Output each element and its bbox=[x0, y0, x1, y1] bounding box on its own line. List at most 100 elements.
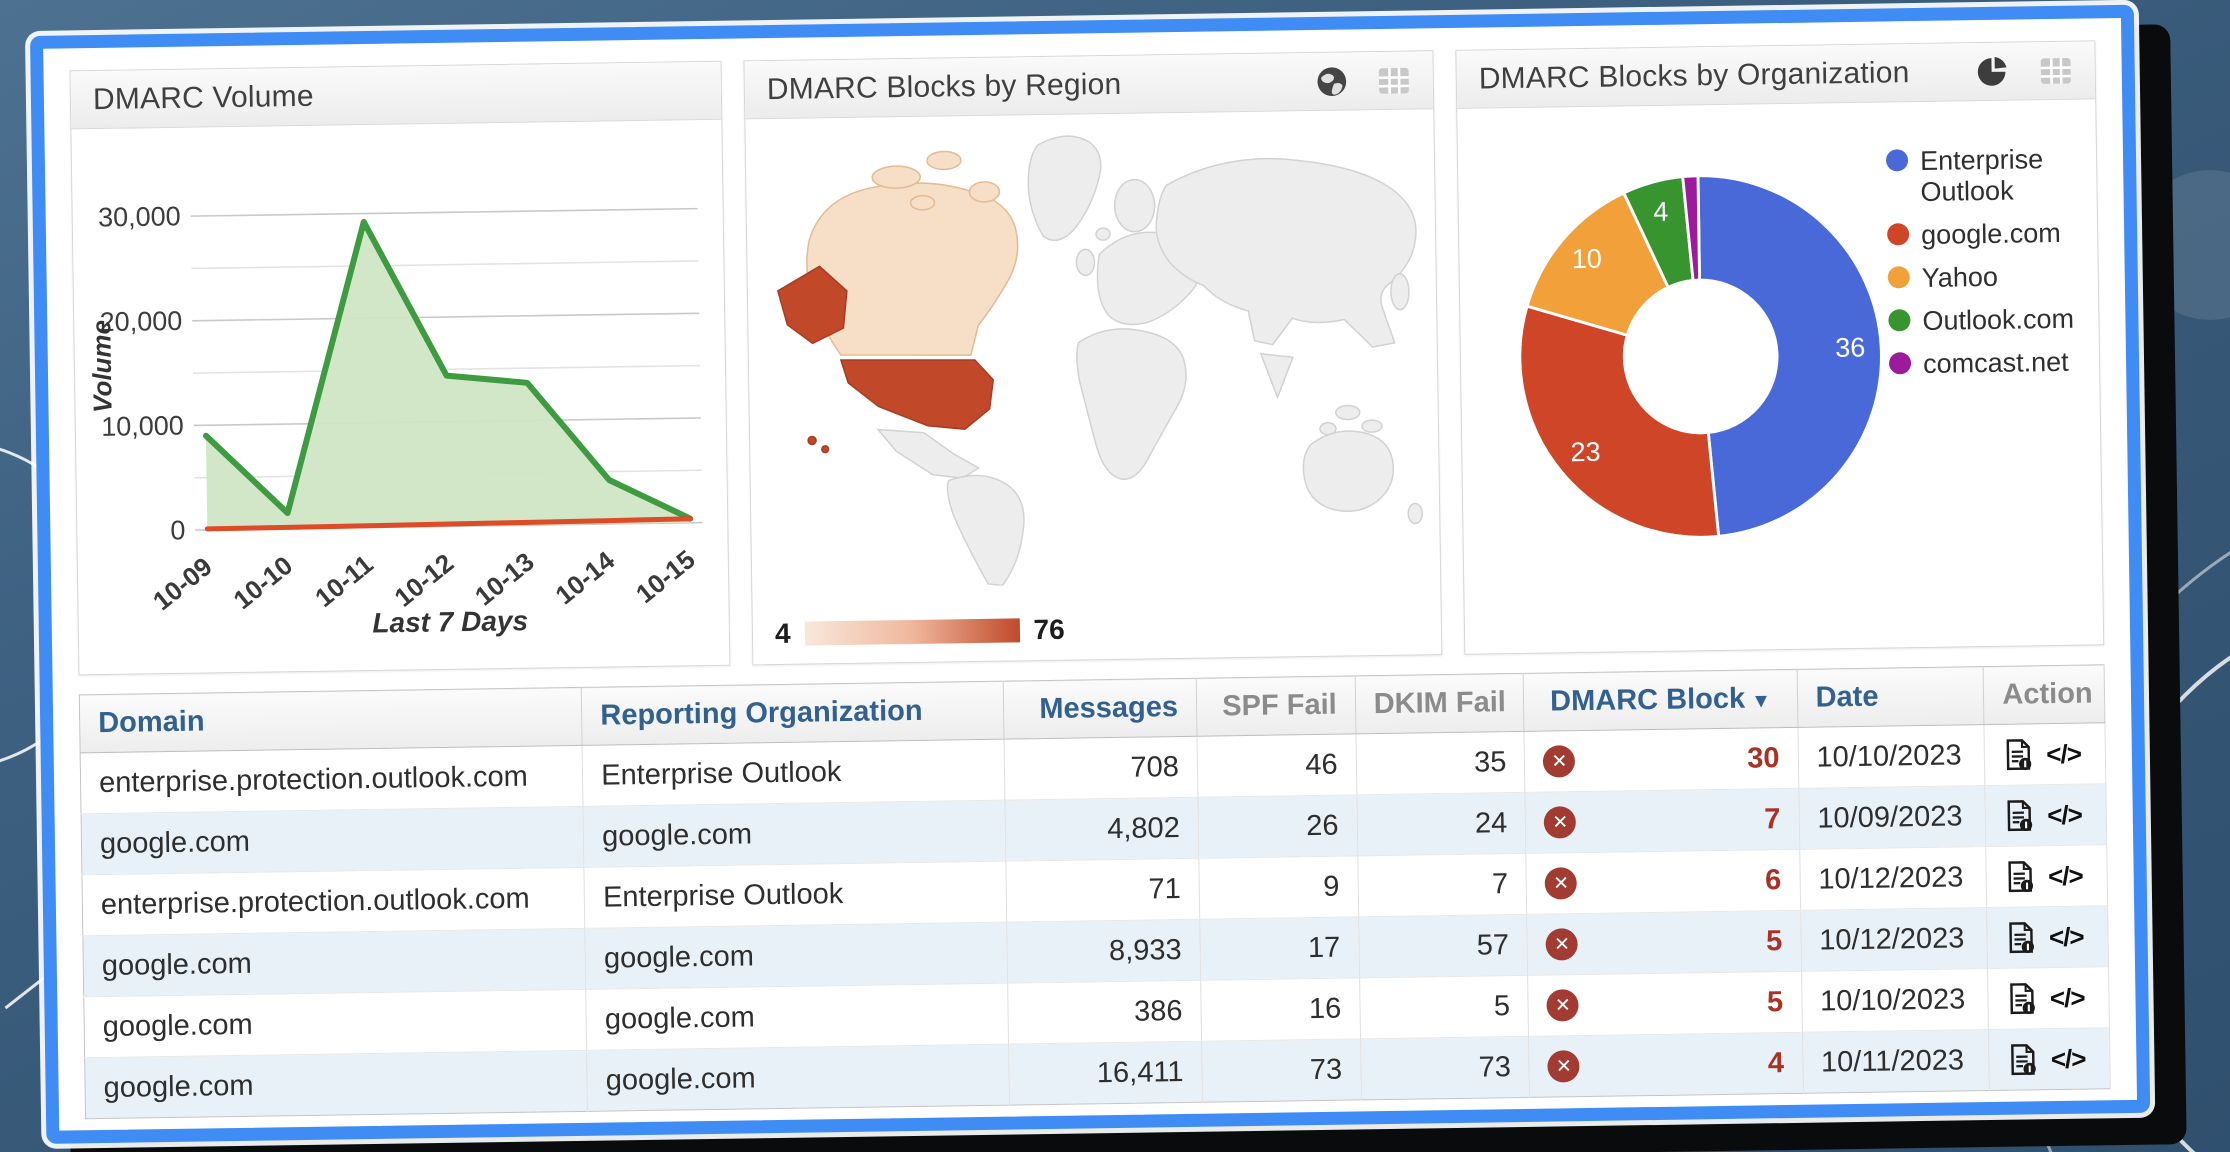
card-title: DMARC Blocks by Region bbox=[767, 67, 1122, 106]
cell-reporting-organization: Enterprise Outlook bbox=[582, 739, 1005, 806]
cell-dkim-fail: 5 bbox=[1359, 975, 1529, 1038]
globe-icon[interactable] bbox=[1315, 64, 1350, 99]
dmarc-block-count: 5 bbox=[1766, 925, 1783, 958]
report-info-icon[interactable] bbox=[2005, 859, 2037, 893]
cell-messages: 386 bbox=[1008, 980, 1202, 1044]
legend-item[interactable]: Outlook.com bbox=[1888, 304, 2084, 338]
map-legend-max: 76 bbox=[1033, 614, 1065, 646]
cell-reporting-organization: Enterprise Outlook bbox=[584, 861, 1007, 928]
cell-action: </> bbox=[1988, 967, 2109, 1030]
card-title: DMARC Blocks by Organization bbox=[1479, 56, 1910, 96]
svg-text:Volume: Volume bbox=[86, 320, 117, 413]
column-header-messages[interactable]: Messages bbox=[1003, 678, 1197, 739]
dmarc-block-count: 6 bbox=[1765, 864, 1782, 897]
legend-item[interactable]: google.com bbox=[1887, 218, 2083, 252]
column-header-date[interactable]: Date bbox=[1797, 667, 1985, 728]
svg-text:0: 0 bbox=[170, 515, 185, 545]
legend-item[interactable]: comcast.net bbox=[1889, 347, 2085, 381]
report-info-icon[interactable] bbox=[2007, 981, 2039, 1015]
column-header-reporting-organization[interactable]: Reporting Organization bbox=[581, 681, 1004, 745]
svg-text:10,000: 10,000 bbox=[101, 411, 184, 442]
volume-chart-body: 010,00020,00030,00010-0910-1010-1110-121… bbox=[71, 120, 729, 675]
dmarc-block-count: 5 bbox=[1767, 986, 1784, 1019]
donut-chart-body: 3623104 Enterprise Outlookgoogle.comYaho… bbox=[1457, 99, 2103, 653]
column-header-spf-fail: SPF Fail bbox=[1196, 676, 1356, 736]
card-title: DMARC Volume bbox=[93, 79, 314, 116]
legend-color-dot bbox=[1888, 309, 1910, 331]
pie-icon[interactable] bbox=[1976, 54, 2011, 89]
cell-action: </> bbox=[1984, 723, 2105, 786]
donut-slice-value: 36 bbox=[1835, 332, 1866, 362]
cell-domain: google.com bbox=[85, 1050, 588, 1118]
cell-reporting-organization: google.com bbox=[583, 800, 1006, 867]
cell-dmarc-block: ✕6 bbox=[1526, 849, 1800, 914]
cell-date: 10/11/2023 bbox=[1802, 1030, 1990, 1094]
sort-desc-icon: ▼ bbox=[1751, 690, 1771, 712]
donut-slice-value: 23 bbox=[1570, 437, 1601, 467]
legend-label: google.com bbox=[1921, 218, 2061, 251]
cell-messages: 4,802 bbox=[1005, 797, 1199, 861]
code-icon[interactable]: </> bbox=[2050, 982, 2085, 1014]
cell-action: </> bbox=[1985, 784, 2106, 847]
svg-text:10-12: 10-12 bbox=[389, 548, 460, 613]
cell-reporting-organization: google.com bbox=[585, 922, 1008, 989]
legend-color-dot bbox=[1888, 266, 1910, 288]
cell-spf-fail: 73 bbox=[1201, 1039, 1361, 1102]
cell-domain: enterprise.protection.outlook.com bbox=[80, 745, 583, 813]
code-icon[interactable]: </> bbox=[2047, 799, 2082, 831]
cell-action: </> bbox=[1989, 1028, 2110, 1091]
cell-reporting-organization: google.com bbox=[587, 1044, 1010, 1111]
map-legend-min: 4 bbox=[775, 618, 791, 650]
cell-date: 10/12/2023 bbox=[1799, 847, 1987, 911]
cell-dkim-fail: 7 bbox=[1357, 853, 1527, 916]
cell-date: 10/10/2023 bbox=[1798, 725, 1986, 789]
map-legend-gradient bbox=[804, 618, 1019, 645]
dmarc-report-table: DomainReporting OrganizationMessagesSPF … bbox=[79, 664, 2111, 1119]
report-info-icon[interactable] bbox=[2006, 920, 2038, 954]
legend-item[interactable]: Yahoo bbox=[1888, 261, 2084, 295]
dmarc-block-count: 4 bbox=[1768, 1047, 1785, 1080]
cell-dkim-fail: 24 bbox=[1357, 792, 1527, 855]
code-icon[interactable]: </> bbox=[2051, 1043, 2086, 1075]
report-info-icon[interactable] bbox=[2004, 798, 2036, 832]
card-dmarc-blocks-by-region: DMARC Blocks by Region bbox=[743, 50, 1442, 665]
cell-dkim-fail: 35 bbox=[1356, 731, 1526, 794]
cell-dmarc-block: ✕30 bbox=[1524, 727, 1798, 792]
donut-slice-google-com[interactable] bbox=[1519, 303, 1719, 540]
column-header-action: Action bbox=[1983, 665, 2104, 725]
donut-legend: Enterprise Outlook google.com Yahoo Outlook… bbox=[1886, 144, 2085, 381]
card-view-toggles bbox=[1315, 63, 1411, 98]
cell-spf-fail: 46 bbox=[1197, 734, 1357, 797]
cell-domain: google.com bbox=[83, 928, 586, 996]
map-legend: 4 76 bbox=[775, 614, 1065, 650]
svg-text:10-15: 10-15 bbox=[630, 544, 701, 609]
cell-dmarc-block: ✕7 bbox=[1525, 788, 1799, 853]
dmarc-dashboard: DMARC Volume 010,00020,00030,00010-0910-… bbox=[30, 5, 2150, 1144]
cell-spf-fail: 16 bbox=[1201, 978, 1361, 1041]
svg-text:10-11: 10-11 bbox=[309, 549, 379, 613]
cell-messages: 16,411 bbox=[1009, 1041, 1203, 1105]
legend-color-dot bbox=[1889, 352, 1911, 374]
column-header-dmarc-block[interactable]: DMARC Block▼ bbox=[1524, 669, 1798, 731]
svg-text:10-13: 10-13 bbox=[469, 546, 540, 611]
svg-text:10-09: 10-09 bbox=[147, 551, 218, 616]
table-grid-icon[interactable] bbox=[1377, 65, 1411, 96]
card-dmarc-blocks-by-organization: DMARC Blocks by Organization bbox=[1455, 40, 2104, 654]
cell-date: 10/12/2023 bbox=[1800, 908, 1988, 972]
card-header: DMARC Volume bbox=[71, 62, 722, 130]
report-info-icon[interactable] bbox=[2008, 1042, 2040, 1076]
column-header-dkim-fail: DKIM Fail bbox=[1355, 673, 1525, 733]
column-header-domain[interactable]: Domain bbox=[79, 687, 582, 752]
code-icon[interactable]: </> bbox=[2046, 738, 2081, 770]
legend-item[interactable]: Enterprise Outlook bbox=[1886, 144, 2083, 209]
legend-label: comcast.net bbox=[1923, 347, 2069, 380]
code-icon[interactable]: </> bbox=[2048, 860, 2083, 892]
block-x-icon: ✕ bbox=[1546, 928, 1578, 960]
cell-domain: enterprise.protection.outlook.com bbox=[82, 867, 585, 935]
cell-date: 10/10/2023 bbox=[1801, 969, 1989, 1033]
table-grid-icon[interactable] bbox=[2039, 55, 2073, 86]
report-info-icon[interactable] bbox=[2003, 737, 2035, 771]
code-icon[interactable]: </> bbox=[2049, 921, 2084, 953]
svg-text:10-14: 10-14 bbox=[550, 545, 621, 610]
slide-background: DMARC Volume 010,00020,00030,00010-0910-… bbox=[0, 0, 2230, 1152]
